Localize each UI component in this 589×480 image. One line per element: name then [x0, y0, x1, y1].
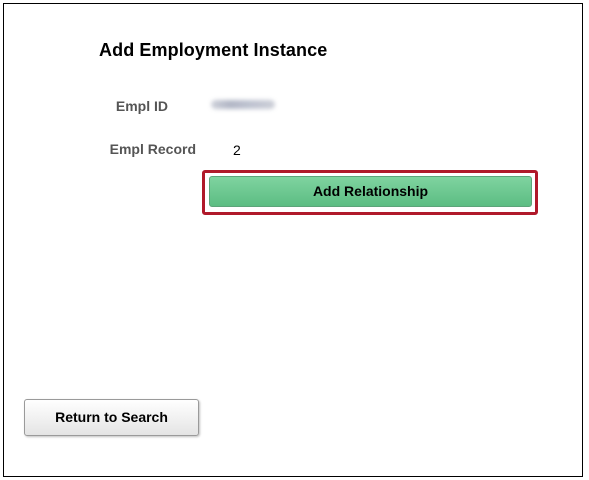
- empl-id-value-redacted: [211, 100, 275, 109]
- page-title: Add Employment Instance: [99, 40, 328, 60]
- empl-record-value: 2: [233, 142, 241, 158]
- empl-id-label: Empl ID: [115, 98, 168, 114]
- return-to-search-button[interactable]: Return to Search: [24, 399, 199, 436]
- add-relationship-button[interactable]: Add Relationship: [209, 176, 532, 207]
- page-frame: Add Employment Instance Empl ID Empl Rec…: [3, 3, 583, 477]
- empl-record-label: Empl Record: [109, 141, 196, 157]
